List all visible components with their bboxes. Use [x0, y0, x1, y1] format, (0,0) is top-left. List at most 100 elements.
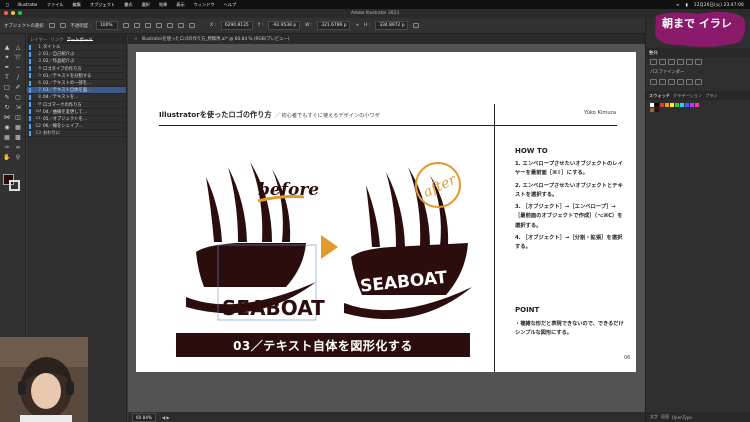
align-middle-icon[interactable]: [166, 23, 173, 28]
tab-gradient[interactable]: グラデーション: [673, 93, 702, 99]
line-tool-icon[interactable]: /: [14, 74, 22, 81]
menu-file[interactable]: ファイル: [47, 2, 64, 8]
align-button-icon[interactable]: [650, 59, 657, 65]
menubar-clock[interactable]: 12月26日(火) 23:47:06: [694, 2, 744, 8]
apple-icon[interactable]: : [6, 2, 9, 7]
align-button-icon[interactable]: [668, 59, 675, 65]
menu-edit[interactable]: 編集: [73, 2, 81, 8]
link-proportions-icon[interactable]: ∞: [355, 23, 359, 28]
align-button-icon[interactable]: [695, 59, 702, 65]
curvature-tool-icon[interactable]: ∽: [14, 64, 22, 71]
perspective-tool-icon[interactable]: ▦: [14, 124, 22, 131]
artboard-row[interactable]: 13 おわりに: [27, 130, 126, 138]
close-document-icon[interactable]: ×: [134, 37, 138, 42]
document-tab[interactable]: × Illustratorを使ったロゴの作り方_原稿用.ai* @ 60.84 …: [128, 34, 645, 44]
menu-app[interactable]: Illustrator: [18, 2, 38, 7]
pathfinder-unite-icon[interactable]: [650, 79, 657, 85]
menu-help[interactable]: ヘルプ: [224, 2, 237, 8]
w-field[interactable]: 321.6789 p: [317, 21, 351, 30]
swatch[interactable]: [695, 103, 699, 107]
swatch[interactable]: [675, 103, 679, 107]
before-after-artwork[interactable]: SEABOAT before SEABOAT after: [176, 147, 476, 327]
pathfinder-intersect-icon[interactable]: [668, 79, 675, 85]
tab-layers[interactable]: レイヤー: [30, 37, 47, 43]
h-field[interactable]: 334.8972 p: [375, 21, 409, 30]
menu-select[interactable]: 選択: [141, 2, 149, 8]
fill-swatch-icon[interactable]: [48, 23, 55, 28]
scale-tool-icon[interactable]: ⇲: [14, 104, 22, 111]
distribute-icon[interactable]: [188, 23, 195, 28]
swatch[interactable]: [660, 103, 664, 107]
canvas-area[interactable]: Illustratorを使ったロゴの作り方／ 初心者でもすぐに使えるデザインの小…: [128, 44, 645, 412]
rectangle-tool-icon[interactable]: □: [3, 84, 11, 91]
align-button-icon[interactable]: [659, 59, 666, 65]
stroke-color-swatch[interactable]: [9, 180, 20, 191]
artboard-row[interactable]: 3 02／作品紹介ぶ: [27, 58, 126, 66]
x-field[interactable]: 6290.8135: [220, 21, 253, 30]
pathfinder-divide-icon[interactable]: [686, 79, 693, 85]
align-top-icon[interactable]: [155, 23, 162, 28]
tab-links[interactable]: リンク: [50, 37, 63, 43]
type-tool-icon[interactable]: T: [3, 74, 11, 81]
rotate-tool-icon[interactable]: ↻: [3, 104, 11, 111]
magic-wand-tool-icon[interactable]: ✦: [3, 54, 11, 61]
stroke-swatch-icon[interactable]: [59, 23, 66, 28]
align-center-icon[interactable]: [133, 23, 140, 28]
pathfinder-exclude-icon[interactable]: [677, 79, 684, 85]
battery-icon[interactable]: ▮: [685, 2, 687, 7]
artboard-row[interactable]: 7 03／テキスト自体を図…: [27, 87, 126, 95]
artboard-row[interactable]: 4 ロゴタイプの作り方: [27, 66, 126, 73]
swatch[interactable]: [680, 103, 684, 107]
menu-object[interactable]: オブジェクト: [90, 2, 115, 8]
swatch[interactable]: [670, 103, 674, 107]
artboard-row[interactable]: 11 05／オブジェクトを…: [27, 116, 126, 124]
align-button-icon[interactable]: [677, 59, 684, 65]
swatch[interactable]: [685, 103, 689, 107]
artboard-row[interactable]: 12 06／線をシェイプ…: [27, 123, 126, 131]
pencil-tool-icon[interactable]: ✎: [3, 94, 11, 101]
eraser-tool-icon[interactable]: ▢: [14, 94, 22, 101]
align-button-icon[interactable]: [686, 59, 693, 65]
tab-paragraph[interactable]: 段落: [661, 414, 669, 420]
eyedropper-tool-icon[interactable]: ✑: [3, 144, 11, 151]
direct-selection-tool-icon[interactable]: △: [14, 44, 22, 51]
menu-effect[interactable]: 効果: [159, 2, 167, 8]
swatch[interactable]: [690, 103, 694, 107]
selection-tool-icon[interactable]: ▲: [3, 44, 11, 51]
zoom-tool-icon[interactable]: ⚲: [14, 154, 22, 161]
artboard-row[interactable]: 2 01／自己紹介ぶ: [27, 51, 126, 59]
pen-tool-icon[interactable]: ✒: [3, 64, 11, 71]
pathfinder-trim-icon[interactable]: [695, 79, 702, 85]
artboard[interactable]: Illustratorを使ったロゴの作り方／ 初心者でもすぐに使えるデザインの小…: [136, 52, 636, 372]
tab-opentype[interactable]: OpenType: [672, 415, 692, 420]
swatch[interactable]: [655, 103, 659, 107]
gradient-tool-icon[interactable]: ▩: [14, 134, 22, 141]
zoom-field[interactable]: 60.84%: [132, 412, 156, 422]
y-field[interactable]: -92.9538 p: [268, 21, 301, 30]
hand-tool-icon[interactable]: ✋: [3, 154, 11, 161]
transform-options-icon[interactable]: [413, 23, 420, 28]
swatch[interactable]: [650, 108, 654, 112]
swatch[interactable]: [665, 103, 669, 107]
align-right-icon[interactable]: [144, 23, 151, 28]
tab-character[interactable]: 文字: [650, 414, 658, 420]
minimize-window-button[interactable]: [11, 11, 15, 15]
opacity-field[interactable]: 100%: [95, 21, 118, 30]
menu-window[interactable]: ウィンドウ: [194, 2, 215, 8]
swatch[interactable]: [655, 108, 659, 112]
tab-align[interactable]: 整列: [649, 50, 657, 56]
swatch[interactable]: [650, 103, 654, 107]
free-transform-tool-icon[interactable]: ◫: [14, 114, 22, 121]
artboard-nav-icon[interactable]: ◀ ▶: [162, 415, 170, 420]
tab-artboards[interactable]: アートボード: [66, 37, 93, 43]
align-bottom-icon[interactable]: [177, 23, 184, 28]
menu-type[interactable]: 書式: [124, 2, 132, 8]
shape-builder-tool-icon[interactable]: ◉: [3, 124, 11, 131]
lasso-tool-icon[interactable]: ➰: [14, 54, 22, 61]
zoom-window-button[interactable]: [18, 11, 22, 15]
artboard-row[interactable]: 10 04／曲線を変更して…: [27, 109, 126, 116]
tab-brushes[interactable]: ブラシ: [705, 93, 717, 99]
mesh-tool-icon[interactable]: ▦: [3, 134, 11, 141]
artboard-row[interactable]: 9 ロゴマークの作り方: [27, 102, 126, 109]
close-window-button[interactable]: [4, 11, 8, 15]
